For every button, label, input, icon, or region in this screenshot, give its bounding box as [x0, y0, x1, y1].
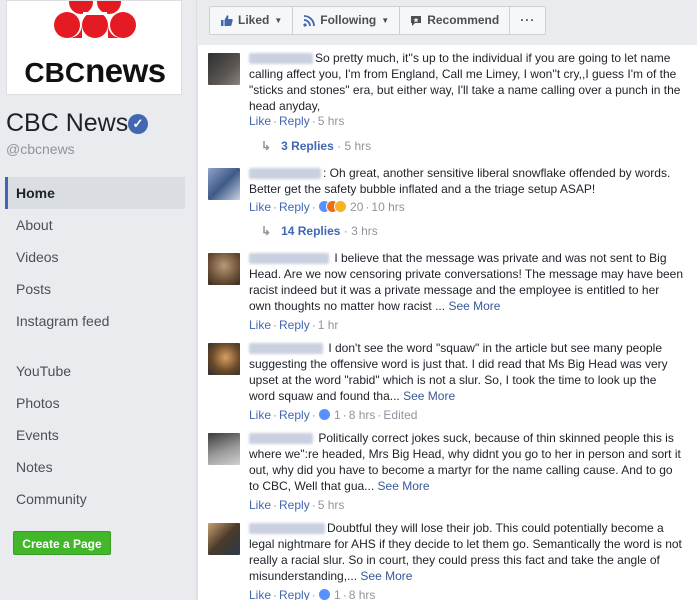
avatar[interactable] — [208, 53, 240, 85]
sidebar-item-instagram-feed[interactable]: Instagram feed — [5, 305, 185, 355]
commenter-name[interactable] — [249, 253, 329, 265]
following-button[interactable]: Following ▼ — [293, 7, 401, 34]
reply-link[interactable]: Reply — [279, 498, 310, 512]
view-replies-link[interactable]: ↳ 3 Replies · 5 hrs — [261, 139, 371, 153]
logo-news-text: news — [85, 52, 166, 89]
comment-body: So pretty much, it''s up to the individu… — [249, 50, 684, 114]
left-sidebar: CBCnews CBC News ✓ @cbcnews Home About V… — [0, 0, 197, 600]
comment-text: Politically correct jokes suck, because … — [249, 431, 681, 493]
sidebar-item-events[interactable]: Events — [5, 419, 185, 451]
reply-link[interactable]: Reply — [279, 408, 310, 422]
more-icon: ··· — [520, 13, 536, 27]
sidebar-item-videos[interactable]: Videos — [5, 241, 185, 273]
comments-feed: So pretty much, it''s up to the individu… — [197, 45, 697, 600]
haha-reaction-icon — [333, 200, 347, 213]
reply-arrow-icon: ↳ — [261, 139, 272, 153]
comment-time[interactable]: 8 hrs — [349, 408, 376, 422]
comment-meta: Like · Reply · 20 · 10 hrs — [249, 200, 405, 214]
like-link[interactable]: Like — [249, 588, 271, 600]
comment-time[interactable]: 5 hrs — [318, 498, 345, 512]
replies-time: 5 hrs — [344, 139, 372, 153]
comment-meta: Like · Reply · 1 · 8 hrs — [249, 588, 376, 600]
reply-link[interactable]: Reply — [279, 588, 310, 600]
comment-meta: Like · Reply · 1 hr — [249, 318, 339, 332]
like-link[interactable]: Like — [249, 200, 271, 214]
sidebar-item-posts[interactable]: Posts — [5, 273, 185, 305]
verified-badge-icon: ✓ — [128, 114, 148, 134]
speech-bubble-icon — [411, 15, 422, 26]
comment-meta: Like · Reply · 5 hrs — [249, 498, 345, 512]
comment-body: I don't see the word "squaw" in the arti… — [249, 340, 684, 404]
avatar[interactable] — [208, 343, 240, 375]
page-title[interactable]: CBC News — [6, 109, 128, 138]
see-more-link[interactable]: See More — [378, 479, 430, 493]
replies-count: 14 Replies — [281, 224, 341, 238]
commenter-name[interactable] — [249, 433, 313, 445]
like-link[interactable]: Like — [249, 318, 271, 332]
like-link[interactable]: Like — [249, 498, 271, 512]
avatar[interactable] — [208, 433, 240, 465]
sidebar-item-community[interactable]: Community — [5, 483, 185, 515]
sidebar-item-youtube[interactable]: YouTube — [5, 355, 185, 387]
reply-arrow-icon: ↳ — [261, 224, 272, 238]
page-handle[interactable]: @cbcnews — [6, 141, 75, 157]
chevron-down-icon: ▼ — [274, 16, 283, 25]
comment-time[interactable]: 5 hrs — [318, 114, 345, 128]
commenter-name[interactable] — [249, 168, 321, 180]
sidebar-nav: Home About Videos Posts Instagram feed Y… — [5, 177, 185, 515]
edited-label[interactable]: Edited — [383, 408, 417, 422]
page-action-bar: Liked ▼ Following ▼ Recommend ··· — [209, 6, 547, 35]
commenter-name[interactable] — [249, 523, 325, 535]
comment-time[interactable]: 10 hrs — [371, 200, 404, 214]
like-link[interactable]: Like — [249, 408, 271, 422]
reaction-count[interactable]: 1 — [334, 588, 341, 600]
avatar[interactable] — [208, 168, 240, 200]
comment-meta: Like · Reply · 1 · 8 hrs · Edited — [249, 408, 418, 422]
cbc-gem-icon — [54, 1, 136, 38]
chevron-down-icon: ▼ — [381, 16, 390, 25]
recommend-button[interactable]: Recommend — [400, 7, 511, 34]
comment-body: I believe that the message was private a… — [249, 250, 684, 314]
thumbs-up-icon — [221, 15, 233, 26]
see-more-link[interactable]: See More — [448, 299, 500, 313]
liked-label: Liked — [238, 13, 270, 27]
sidebar-item-about[interactable]: About — [5, 209, 185, 241]
rss-icon — [303, 14, 316, 27]
comment-text: So pretty much, it''s up to the individu… — [249, 51, 681, 113]
sidebar-item-photos[interactable]: Photos — [5, 387, 185, 419]
like-reaction-icon — [317, 408, 331, 421]
reaction-count[interactable]: 1 — [334, 408, 341, 422]
replies-count: 3 Replies — [281, 139, 334, 153]
see-more-link[interactable]: See More — [403, 389, 455, 403]
following-label: Following — [320, 13, 377, 27]
reaction-count[interactable]: 20 — [350, 200, 363, 214]
see-more-link[interactable]: See More — [360, 569, 412, 583]
cbc-logo[interactable]: CBCnews — [6, 0, 182, 95]
comment-body: Doubtful they will lose their job. This … — [249, 520, 684, 584]
reply-link[interactable]: Reply — [279, 318, 310, 332]
more-options-button[interactable]: ··· — [510, 7, 545, 34]
logo-cbc-text: CBC — [24, 57, 86, 88]
reply-link[interactable]: Reply — [279, 200, 310, 214]
replies-time: 3 hrs — [351, 224, 378, 238]
avatar[interactable] — [208, 253, 240, 285]
reply-link[interactable]: Reply — [279, 114, 310, 128]
liked-button[interactable]: Liked ▼ — [210, 7, 294, 34]
create-page-button[interactable]: Create a Page — [13, 531, 111, 555]
view-replies-link[interactable]: ↳ 14 Replies · 3 hrs — [261, 224, 378, 238]
avatar[interactable] — [208, 523, 240, 555]
sidebar-item-home[interactable]: Home — [5, 177, 185, 209]
like-reaction-icon — [317, 588, 331, 600]
comment-body: : Oh great, another sensitive liberal sn… — [249, 165, 684, 197]
sidebar-item-notes[interactable]: Notes — [5, 451, 185, 483]
comment-meta: Like · Reply · 5 hrs — [249, 114, 345, 128]
like-link[interactable]: Like — [249, 114, 271, 128]
comment-time[interactable]: 8 hrs — [349, 588, 376, 600]
commenter-name[interactable] — [249, 53, 313, 65]
cbc-logo-wordmark: CBCnews — [7, 51, 181, 93]
comment-body: Politically correct jokes suck, because … — [249, 430, 684, 494]
recommend-label: Recommend — [427, 13, 500, 27]
comment-time[interactable]: 1 hr — [318, 318, 339, 332]
commenter-name[interactable] — [249, 343, 323, 355]
